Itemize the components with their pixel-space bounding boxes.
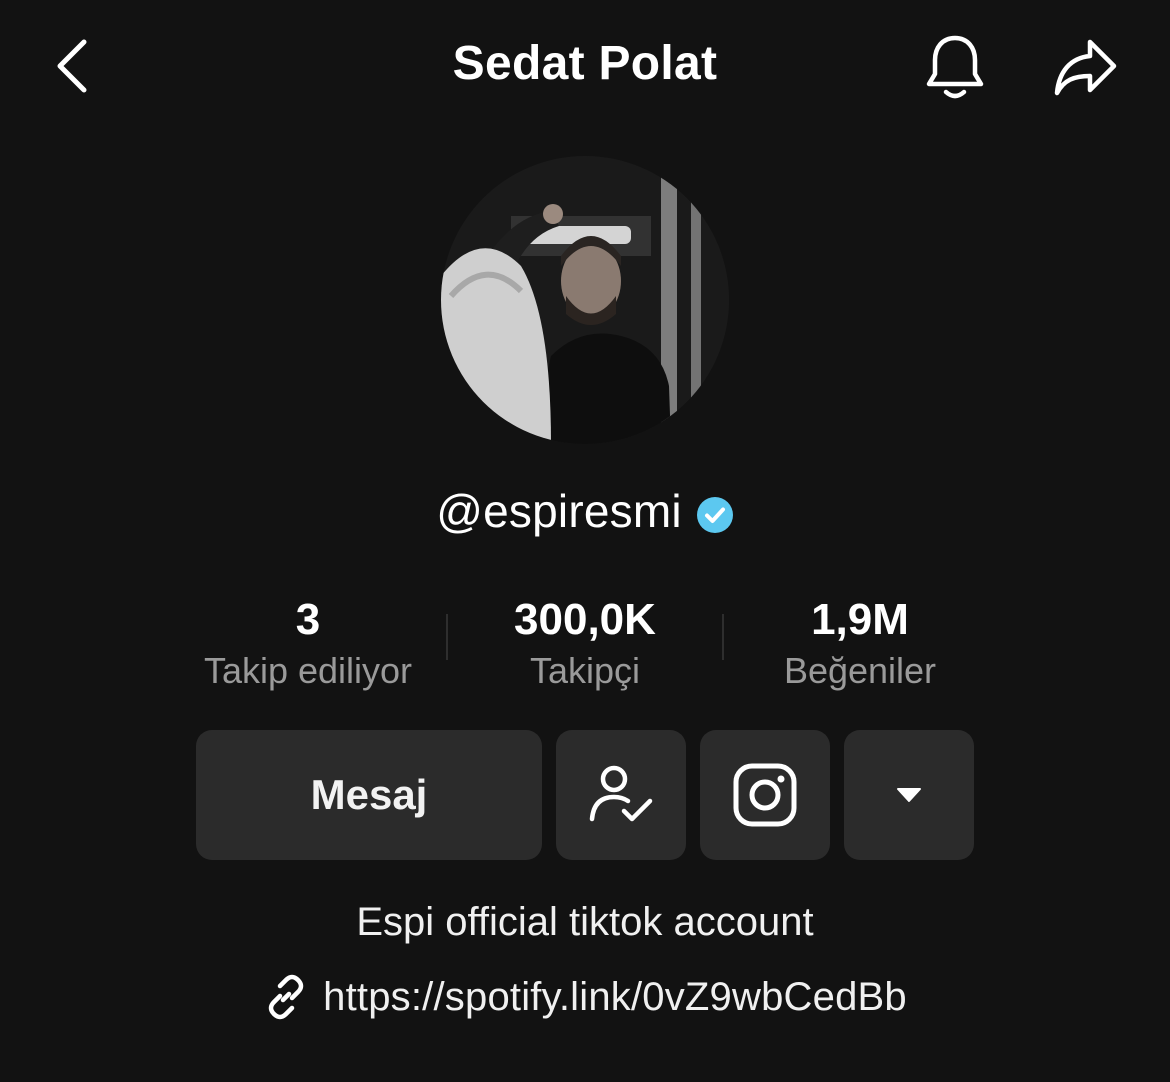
caret-down-icon xyxy=(897,788,921,802)
share-button[interactable] xyxy=(1046,28,1126,108)
share-arrow-icon xyxy=(1054,39,1117,96)
handle-row: @espiresmi xyxy=(0,484,1170,538)
stat-followers-value: 300,0K xyxy=(514,595,656,644)
bio-link-text: https://spotify.link/0vZ9wbCedBb xyxy=(323,974,907,1019)
stat-following[interactable]: 3 Takip ediliyor xyxy=(180,594,436,694)
instagram-icon xyxy=(733,763,797,827)
verified-badge-icon xyxy=(696,497,733,533)
stat-followers[interactable]: 300,0K Takipçi xyxy=(460,594,710,694)
stat-likes-value: 1,9M xyxy=(811,595,909,644)
profile-page: Sedat Polat @espiresmi 3 Takip ediliyor … xyxy=(0,0,1170,1082)
notification-bell-button[interactable] xyxy=(915,28,995,108)
user-check-icon xyxy=(589,765,653,822)
more-options-button[interactable] xyxy=(844,730,974,860)
stat-divider xyxy=(722,614,724,660)
instagram-button[interactable] xyxy=(700,730,830,860)
following-button[interactable] xyxy=(556,730,686,860)
stat-likes[interactable]: 1,9M Beğeniler xyxy=(740,594,980,694)
stat-following-label: Takip ediliyor xyxy=(203,650,413,691)
username-handle: @espiresmi xyxy=(436,485,682,537)
stat-following-value: 3 xyxy=(295,595,321,644)
stat-likes-label: Beğeniler xyxy=(783,650,937,691)
bio-link[interactable]: https://spotify.link/0vZ9wbCedBb xyxy=(0,974,1170,1020)
bio-text: Espi official tiktok account xyxy=(356,900,814,944)
bell-icon xyxy=(926,35,984,99)
stat-divider xyxy=(446,614,448,660)
message-button[interactable]: Mesaj xyxy=(196,730,542,860)
stat-followers-label: Takipçi xyxy=(529,650,641,691)
avatar[interactable] xyxy=(441,156,729,444)
link-icon xyxy=(268,974,304,1020)
avatar-photo xyxy=(441,156,729,444)
